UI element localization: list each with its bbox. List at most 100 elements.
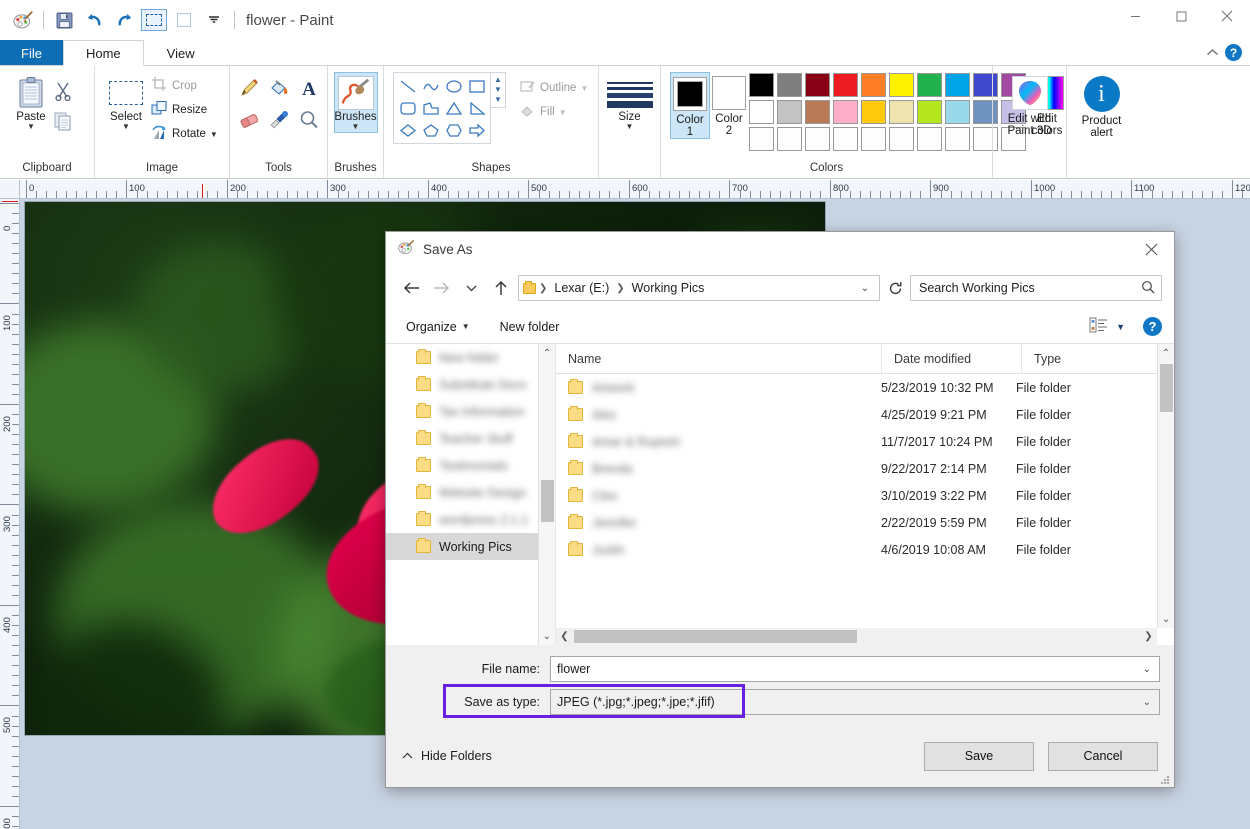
breadcrumb-chevron-down-icon[interactable]: ⌄ — [861, 283, 875, 294]
palette-swatch-r3-c2[interactable] — [777, 127, 802, 151]
shape-polygon[interactable] — [419, 97, 442, 119]
tree-scroll-down-icon[interactable]: ⌄ — [543, 627, 551, 645]
pencil-tool-button[interactable] — [234, 72, 264, 104]
palette-swatch-r3-c3[interactable] — [805, 127, 830, 151]
palette-swatch-r3-c1[interactable] — [749, 127, 774, 151]
product-alert-button[interactable]: i Product alert — [1076, 72, 1127, 139]
resize-button[interactable]: Resize — [148, 98, 221, 122]
search-icon[interactable] — [1141, 280, 1155, 297]
shape-rectangle[interactable] — [465, 75, 488, 97]
palette-swatch-r2-c5[interactable] — [861, 100, 886, 124]
color-1-button[interactable]: Color 1 — [670, 72, 710, 139]
text-a-icon[interactable]: A — [294, 72, 324, 104]
column-header-type[interactable]: Type — [1021, 344, 1111, 374]
brushes-button[interactable]: Brushes ▼ — [334, 72, 378, 133]
file-list-scrollbar[interactable]: ⌃ ⌄ — [1157, 344, 1174, 628]
breadcrumb-item-drive[interactable]: Lexar (E:) — [550, 279, 613, 297]
organize-caret-icon[interactable]: ▼ — [462, 322, 470, 331]
maximize-button[interactable] — [1158, 0, 1204, 32]
collapse-ribbon-icon[interactable] — [1206, 46, 1219, 60]
palette-swatch-r1-c3[interactable] — [805, 73, 830, 97]
shapes-expand-icon[interactable]: ▼ — [491, 95, 505, 105]
shape-diamond[interactable] — [396, 119, 419, 141]
cut-button[interactable] — [53, 76, 73, 106]
palette-swatch-r2-c3[interactable] — [805, 100, 830, 124]
select-icon[interactable] — [139, 6, 169, 34]
shape-triangle[interactable] — [442, 97, 465, 119]
tree-scrollbar-thumb[interactable] — [541, 480, 554, 522]
paste-button[interactable]: Paste ▼ — [9, 72, 53, 133]
table-row[interactable]: Amar & Rupesh11/7/2017 10:24 PMFile fold… — [556, 428, 1174, 455]
dialog-help-icon[interactable]: ? — [1143, 317, 1162, 336]
rotate-button[interactable]: Rotate ▼ — [148, 122, 221, 146]
outline-button[interactable]: Outline ▼ — [516, 76, 591, 100]
checkbox-icon[interactable] — [169, 6, 199, 34]
list-scrollbar-thumb[interactable] — [1160, 364, 1173, 412]
palette-swatch-r2-c8[interactable] — [945, 100, 970, 124]
copy-button[interactable] — [53, 106, 73, 136]
palette-swatch-r1-c7[interactable] — [917, 73, 942, 97]
table-row[interactable]: Artwork5/23/2019 10:32 PMFile folder — [556, 374, 1174, 401]
hscroll-left-icon[interactable]: ❮ — [556, 631, 573, 642]
forward-button[interactable] — [428, 275, 454, 301]
new-folder-button[interactable]: New folder — [492, 317, 568, 337]
tab-file[interactable]: File — [0, 40, 63, 65]
fill-caret-icon[interactable]: ▼ — [559, 109, 567, 116]
breadcrumb-item-folder[interactable]: Working Pics — [628, 279, 709, 297]
minimize-button[interactable] — [1112, 0, 1158, 32]
tree-item[interactable]: Website Design — [386, 479, 555, 506]
table-row[interactable]: Brenda9/22/2017 2:14 PMFile folder — [556, 455, 1174, 482]
help-icon[interactable]: ? — [1225, 44, 1242, 61]
table-row[interactable]: Cleo3/10/2019 3:22 PMFile folder — [556, 482, 1174, 509]
save-icon[interactable] — [49, 6, 79, 34]
hscrollbar-thumb[interactable] — [574, 630, 857, 643]
up-one-level-button[interactable] — [488, 275, 514, 301]
table-row[interactable]: Justin4/6/2019 10:08 AMFile folder — [556, 536, 1174, 563]
outline-caret-icon[interactable]: ▼ — [580, 85, 588, 92]
palette-swatch-r2-c2[interactable] — [777, 100, 802, 124]
tab-home[interactable]: Home — [63, 40, 144, 66]
magnifier-icon[interactable] — [294, 104, 324, 136]
hide-folders-button[interactable]: Hide Folders — [402, 749, 492, 763]
shape-hexagon[interactable] — [442, 119, 465, 141]
tree-item[interactable]: Testimonials — [386, 452, 555, 479]
tree-item-selected[interactable]: Working Pics — [386, 533, 555, 560]
redo-icon[interactable] — [109, 6, 139, 34]
tree-scroll-up-icon[interactable]: ⌃ — [543, 344, 551, 362]
save-as-dialog[interactable]: Save As ❯ Lexar (E:) ❯ Working Pics ⌄ — [385, 231, 1175, 788]
palette-swatch-r1-c4[interactable] — [833, 73, 858, 97]
tree-item[interactable]: wordpress 2.1.1 — [386, 506, 555, 533]
palette-swatch-r2-c4[interactable] — [833, 100, 858, 124]
select-button[interactable]: Select ▼ — [104, 72, 148, 133]
crop-button[interactable]: Crop — [148, 74, 221, 98]
column-header-date[interactable]: Date modified — [881, 344, 1021, 374]
rotate-caret-icon[interactable]: ▼ — [210, 131, 218, 138]
shape-curve[interactable] — [419, 75, 442, 97]
brushes-caret-icon[interactable]: ▼ — [352, 123, 360, 130]
refresh-button[interactable] — [884, 275, 906, 301]
table-row[interactable]: Jennifer2/22/2019 5:59 PMFile folder — [556, 509, 1174, 536]
table-row[interactable]: Alex4/25/2019 9:21 PMFile folder — [556, 401, 1174, 428]
shapes-scrollbar[interactable]: ▲ ▼ ▼ — [491, 72, 506, 108]
fill-button[interactable]: Fill ▼ — [516, 100, 591, 124]
back-button[interactable] — [398, 275, 424, 301]
select-caret-icon[interactable]: ▼ — [122, 123, 130, 130]
tab-view[interactable]: View — [144, 40, 218, 65]
save-button[interactable]: Save — [924, 742, 1034, 771]
file-list[interactable]: Name ⌃ Date modified Type Artwork5/23/20… — [556, 344, 1174, 645]
hscroll-right-icon[interactable]: ❯ — [1140, 631, 1157, 642]
search-input[interactable]: Search Working Pics — [910, 275, 1162, 301]
shapes-scroll-up-icon[interactable]: ▲ — [491, 75, 505, 85]
filename-input[interactable]: flower ⌄ — [550, 656, 1160, 682]
filename-chevron-down-icon[interactable]: ⌄ — [1143, 664, 1155, 675]
organize-button[interactable]: Organize ▼ — [398, 317, 478, 337]
eyedropper-icon[interactable] — [264, 104, 294, 136]
chevron-down-icon[interactable] — [199, 6, 229, 34]
dialog-close-button[interactable] — [1128, 232, 1174, 266]
cancel-button[interactable]: Cancel — [1048, 742, 1158, 771]
palette-swatch-r1-c6[interactable] — [889, 73, 914, 97]
column-header-name[interactable]: Name ⌃ — [556, 344, 881, 374]
resize-grip-icon[interactable] — [1160, 774, 1170, 784]
recent-locations-icon[interactable] — [458, 275, 484, 301]
list-scroll-up-icon[interactable]: ⌃ — [1162, 344, 1170, 362]
